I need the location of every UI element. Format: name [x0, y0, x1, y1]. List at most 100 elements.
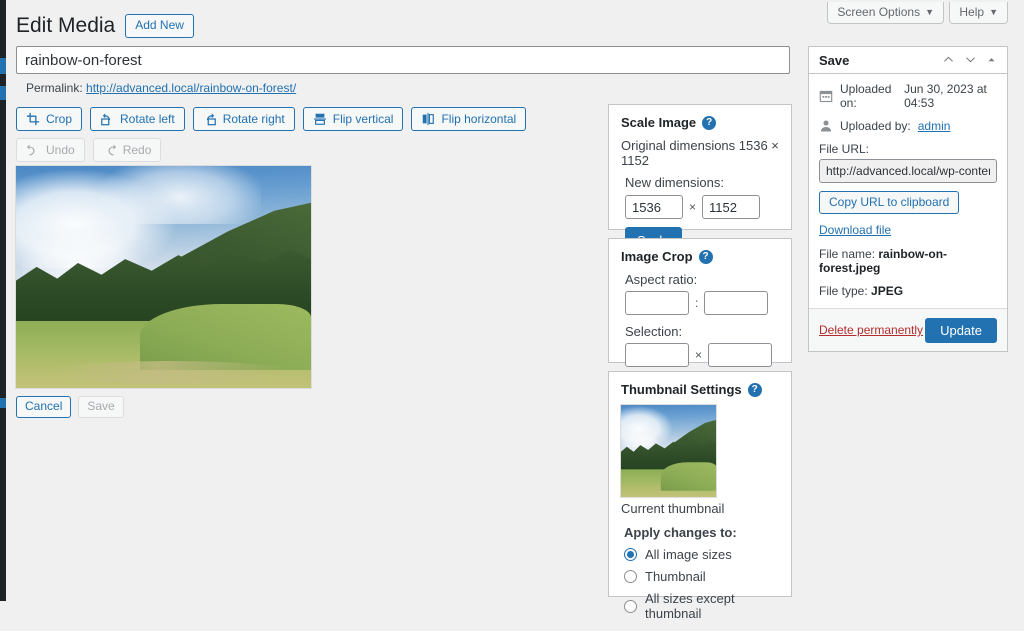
- image-crop-panel: Image Crop ? Aspect ratio: : Selection: …: [608, 238, 792, 363]
- dimension-separator: ×: [689, 200, 696, 214]
- original-dimensions-text: Original dimensions 1536 × 1152: [621, 138, 779, 168]
- redo-label: Redo: [123, 143, 152, 157]
- radio-icon[interactable]: [624, 570, 637, 583]
- image-editor-actions: Cancel Save: [16, 396, 124, 418]
- admin-sidebar[interactable]: [0, 0, 6, 601]
- update-button[interactable]: Update: [925, 318, 997, 343]
- screen-options-label: Screen Options: [837, 5, 920, 19]
- aspect-ratio-height-input[interactable]: [704, 291, 768, 315]
- image-editor-canvas[interactable]: [16, 166, 311, 388]
- undo-label: Undo: [46, 143, 75, 157]
- redo-icon: [103, 143, 117, 157]
- selection-height-input[interactable]: [708, 343, 772, 367]
- uploaded-by-row: Uploaded by: admin: [819, 119, 997, 133]
- file-name-row: File name: rainbow-on-forest.jpeg: [819, 247, 997, 275]
- screen-options-button[interactable]: Screen Options ▼: [827, 2, 944, 24]
- image-trail: [46, 361, 294, 383]
- permalink: Permalink: http://advanced.local/rainbow…: [26, 81, 296, 95]
- post-title-input[interactable]: [16, 46, 790, 74]
- current-thumbnail-image: [621, 405, 716, 497]
- help-icon[interactable]: ?: [702, 116, 716, 130]
- save-metabox-title: Save: [819, 53, 849, 68]
- save-metabox-body: Uploaded on: Jun 30, 2023 at 04:53 Uploa…: [809, 74, 1007, 344]
- wp-admin-edit-media-screen: Screen Options ▼ Help▼ Edit Media Add New…: [0, 0, 1024, 601]
- undo-icon: [26, 143, 40, 157]
- help-label: Help: [959, 5, 984, 19]
- scale-height-input[interactable]: [702, 195, 760, 219]
- save-image-button[interactable]: Save: [78, 396, 123, 418]
- rotate-left-icon: [100, 112, 114, 126]
- crop-icon: [26, 112, 40, 126]
- uploaded-on-label: Uploaded on:: [840, 82, 897, 110]
- rotate-left-label: Rotate left: [120, 112, 175, 126]
- chevron-down-icon: ▼: [925, 7, 934, 17]
- user-icon: [819, 119, 833, 133]
- radio-thumbnail[interactable]: Thumbnail: [624, 569, 779, 584]
- calendar-icon: [819, 89, 833, 103]
- image-meadow-slope: [661, 462, 716, 490]
- add-new-button[interactable]: Add New: [125, 14, 194, 38]
- flip-horizontal-label: Flip horizontal: [441, 112, 516, 126]
- rotate-right-icon: [203, 112, 217, 126]
- metabox-controls: [942, 53, 997, 68]
- rotate-left-button[interactable]: Rotate left: [90, 107, 185, 131]
- sidebar-highlight-2: [0, 86, 6, 100]
- flip-horizontal-button[interactable]: Flip horizontal: [411, 107, 526, 131]
- apply-changes-label: Apply changes to:: [624, 525, 779, 540]
- file-type-row: File type: JPEG: [819, 284, 997, 298]
- rainbow-on-forest-image: [16, 166, 311, 388]
- file-type-value: JPEG: [871, 284, 903, 298]
- file-name-label: File name:: [819, 247, 875, 261]
- scale-image-heading: Scale Image: [621, 115, 696, 130]
- copy-url-button[interactable]: Copy URL to clipboard: [819, 191, 959, 214]
- sidebar-highlight-3: [0, 398, 6, 408]
- flip-vertical-button[interactable]: Flip vertical: [303, 107, 404, 131]
- aspect-ratio-label: Aspect ratio:: [625, 272, 779, 287]
- delete-permanently-link[interactable]: Delete permanently: [819, 323, 923, 337]
- uploaded-by-label: Uploaded by:: [840, 119, 911, 133]
- radio-all-sizes-except-thumbnail[interactable]: All sizes except thumbnail: [624, 591, 779, 621]
- radio-icon[interactable]: [624, 600, 637, 613]
- page-heading-row: Edit Media Add New: [16, 12, 194, 39]
- image-editor-toolbar: Crop Rotate left Rotate right: [16, 107, 526, 169]
- thumbnail-settings-panel: Thumbnail Settings ? Current thumbnail A…: [608, 371, 792, 597]
- thumbnail-settings-title: Thumbnail Settings ?: [621, 382, 779, 397]
- help-icon[interactable]: ?: [748, 383, 762, 397]
- selection-separator: ×: [695, 348, 702, 362]
- undo-button[interactable]: Undo: [16, 138, 85, 162]
- aspect-ratio-width-input[interactable]: [625, 291, 689, 315]
- current-thumbnail-caption: Current thumbnail: [621, 501, 779, 516]
- help-button[interactable]: Help▼: [949, 2, 1008, 24]
- permalink-label: Permalink:: [26, 81, 83, 95]
- save-metabox: Save: [808, 46, 1008, 352]
- file-type-label: File type:: [819, 284, 868, 298]
- selection-label: Selection:: [625, 324, 779, 339]
- download-file-link[interactable]: Download file: [819, 223, 997, 237]
- help-icon[interactable]: ?: [699, 250, 713, 264]
- image-crop-title: Image Crop ?: [621, 249, 779, 264]
- file-url-label: File URL:: [819, 142, 997, 156]
- radio-all-sizes-except-thumbnail-label: All sizes except thumbnail: [645, 591, 779, 621]
- uploaded-on-value: Jun 30, 2023 at 04:53: [904, 82, 997, 110]
- radio-all-image-sizes-label: All image sizes: [645, 547, 732, 562]
- thumbnail-settings-heading: Thumbnail Settings: [621, 382, 742, 397]
- uploaded-by-link[interactable]: admin: [918, 119, 951, 133]
- crop-button[interactable]: Crop: [16, 107, 82, 131]
- selection-width-input[interactable]: [625, 343, 689, 367]
- radio-all-image-sizes[interactable]: All image sizes: [624, 547, 779, 562]
- radio-thumbnail-label: Thumbnail: [645, 569, 706, 584]
- cancel-button[interactable]: Cancel: [16, 396, 71, 418]
- flip-vertical-icon: [313, 112, 327, 126]
- rotate-right-button[interactable]: Rotate right: [193, 107, 295, 131]
- toolbar-row-history: Undo Redo: [16, 138, 526, 162]
- scale-image-title: Scale Image ?: [621, 115, 779, 130]
- toggle-panel-icon[interactable]: [986, 54, 997, 67]
- scale-image-panel: Scale Image ? Original dimensions 1536 ×…: [608, 104, 792, 230]
- move-down-icon[interactable]: [964, 53, 977, 68]
- radio-icon-selected[interactable]: [624, 548, 637, 561]
- file-url-input[interactable]: [819, 159, 997, 183]
- permalink-link[interactable]: http://advanced.local/rainbow-on-forest/: [86, 81, 296, 95]
- move-up-icon[interactable]: [942, 53, 955, 68]
- redo-button[interactable]: Redo: [93, 138, 162, 162]
- scale-width-input[interactable]: [625, 195, 683, 219]
